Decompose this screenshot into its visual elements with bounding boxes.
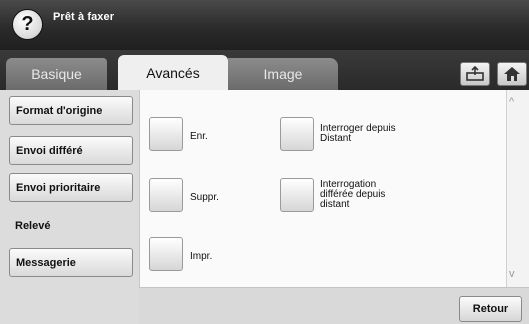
sidebar-item-releve[interactable]: Relevé [9, 211, 133, 240]
suppr-label: Suppr. [190, 192, 219, 203]
sidebar-item-messagerie[interactable]: Messagerie [9, 248, 133, 277]
back-button[interactable]: Retour [459, 296, 522, 322]
sidebar [0, 90, 139, 324]
enr-label: Enr. [190, 131, 208, 142]
scroll-up-icon[interactable]: ^ [509, 96, 514, 108]
enr-button[interactable] [149, 117, 183, 151]
home-button[interactable] [497, 62, 527, 86]
interrogation-differee-label: Interrogation différée depuis distant [320, 179, 386, 210]
scrollbar[interactable] [506, 90, 529, 287]
page-title: Prêt à faxer [53, 11, 115, 23]
send-tray-button[interactable] [460, 62, 490, 86]
impr-label: Impr. [190, 251, 213, 262]
tab-image[interactable]: Image [228, 58, 338, 90]
scroll-down-icon[interactable]: v [509, 268, 515, 280]
send-tray-icon [466, 66, 484, 81]
header-bar [0, 0, 529, 50]
fax-screen: ? Prêt à faxer Basique Image Avancés For… [0, 0, 529, 324]
help-button[interactable]: ? [12, 9, 43, 40]
sidebar-item-format-origine[interactable]: Format d'origine [9, 96, 133, 125]
interrogation-differee-button[interactable] [280, 178, 314, 212]
impr-button[interactable] [149, 237, 183, 271]
suppr-button[interactable] [149, 178, 183, 212]
sidebar-item-envoi-prioritaire[interactable]: Envoi prioritaire [9, 173, 133, 202]
question-icon: ? [21, 13, 34, 35]
home-icon [504, 67, 520, 81]
tab-avances[interactable]: Avancés [118, 55, 228, 90]
sidebar-item-envoi-differe[interactable]: Envoi différé [9, 136, 133, 165]
tab-basique[interactable]: Basique [6, 58, 107, 90]
interroger-distant-label: Interroger depuis Distant [320, 123, 396, 144]
interroger-distant-button[interactable] [280, 117, 314, 151]
